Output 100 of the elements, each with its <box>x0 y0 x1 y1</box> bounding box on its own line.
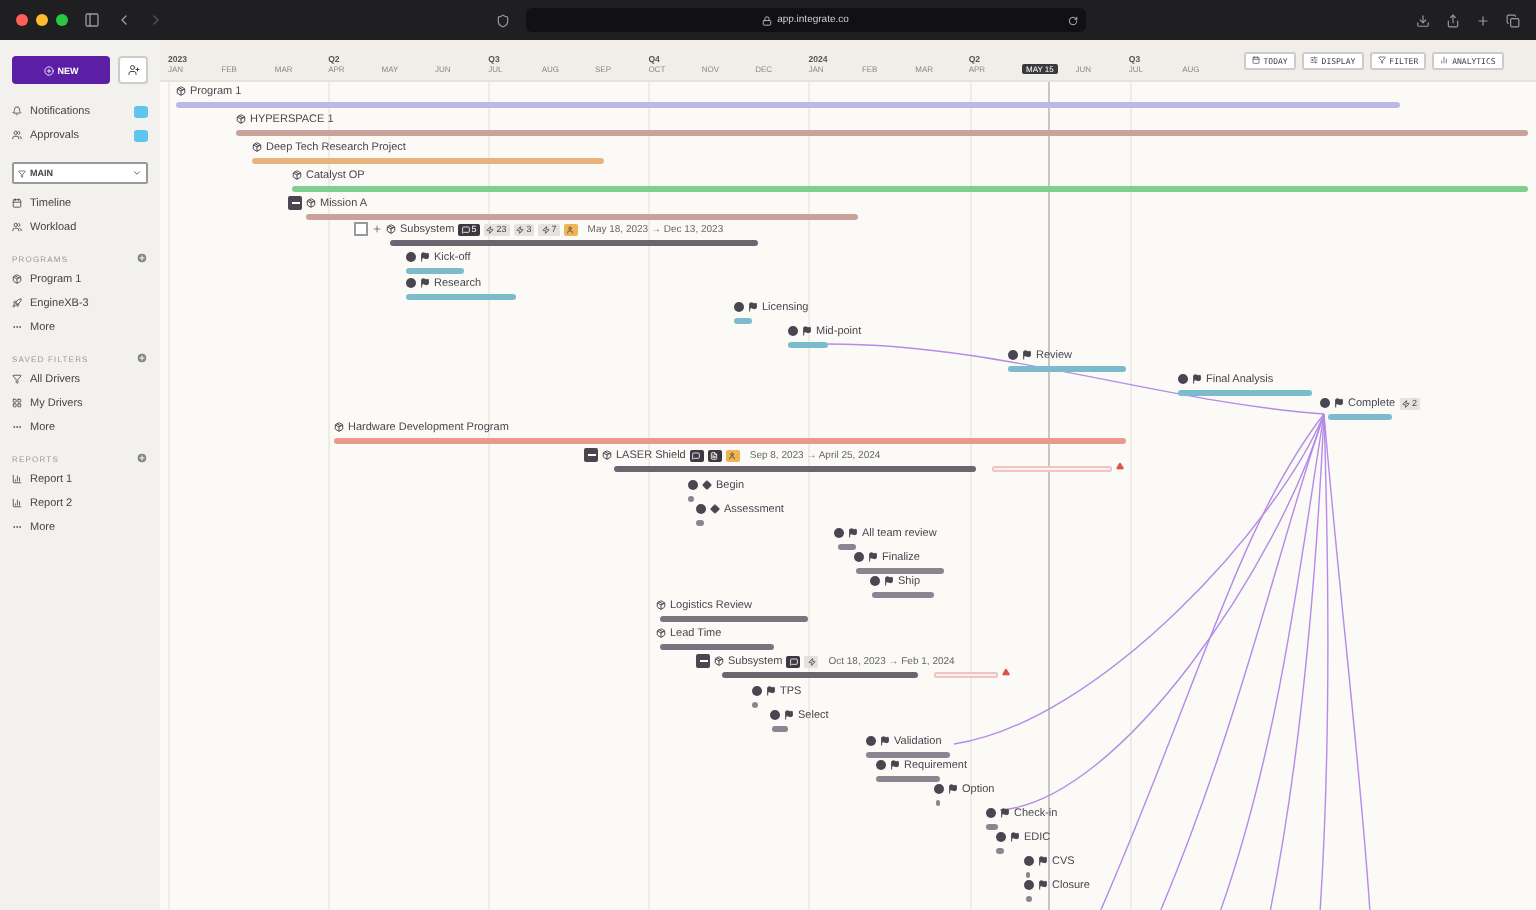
invite-button[interactable] <box>118 56 148 84</box>
package-icon <box>292 170 302 180</box>
users-icon <box>12 130 22 140</box>
flag-icon <box>802 326 812 336</box>
comment-icon <box>461 225 470 233</box>
new-tab-icon[interactable] <box>1476 13 1490 27</box>
collapse-toggle[interactable] <box>696 654 710 668</box>
chevron-down-icon <box>132 168 142 178</box>
count-chip[interactable] <box>725 449 740 461</box>
status-dot-icon <box>1178 374 1188 384</box>
task-bar[interactable] <box>986 824 998 830</box>
people-icon <box>12 222 22 232</box>
add-icon[interactable] <box>136 252 148 264</box>
package-icon <box>236 114 246 124</box>
flag-icon <box>948 784 958 794</box>
task-bar[interactable] <box>866 752 950 758</box>
task-bar[interactable] <box>734 318 752 324</box>
flag-icon <box>1192 374 1202 384</box>
add-icon[interactable] <box>136 352 148 364</box>
task-bar[interactable] <box>688 496 694 502</box>
back-icon[interactable] <box>116 12 132 28</box>
diamond-icon <box>710 504 720 514</box>
row-checkbox[interactable] <box>354 222 368 236</box>
flag-icon <box>884 576 894 586</box>
task-bar[interactable] <box>772 726 788 732</box>
flag-icon <box>420 278 430 288</box>
flag-icon <box>1334 398 1344 408</box>
count-chip[interactable] <box>689 449 704 461</box>
user-icon <box>566 225 575 233</box>
flag-icon <box>1010 832 1020 842</box>
chart-icon <box>12 474 22 484</box>
tabs-icon[interactable] <box>1506 13 1520 27</box>
bolt-icon <box>1402 399 1411 407</box>
shield-icon[interactable] <box>495 13 509 27</box>
package-icon <box>602 450 612 460</box>
status-dot-icon <box>996 832 1006 842</box>
flag-icon <box>1038 880 1048 890</box>
status-dot-icon <box>406 252 416 262</box>
task-bar[interactable] <box>752 702 758 708</box>
task-bar[interactable] <box>696 520 704 526</box>
collapse-toggle[interactable] <box>584 448 598 462</box>
calendar-icon <box>12 198 22 208</box>
task-bar[interactable] <box>838 544 856 550</box>
status-dot-icon <box>1024 880 1034 890</box>
flag-icon <box>868 552 878 562</box>
user-icon <box>728 451 737 459</box>
task-bar[interactable] <box>856 568 944 574</box>
flag-icon <box>784 710 794 720</box>
add-icon[interactable] <box>136 452 148 464</box>
status-dot-icon <box>696 504 706 514</box>
count-chip[interactable] <box>786 655 801 667</box>
minimize-button[interactable] <box>36 14 48 26</box>
flag-icon <box>880 736 890 746</box>
share-icon[interactable] <box>1446 13 1460 27</box>
flag-icon <box>848 528 858 538</box>
sidebar-toggle-icon[interactable] <box>84 12 100 28</box>
filter-icon <box>18 169 26 177</box>
rocket-icon <box>12 298 22 308</box>
status-dot-icon <box>1008 350 1018 360</box>
grid-icon <box>12 398 22 408</box>
maximize-button[interactable] <box>56 14 68 26</box>
package-icon <box>334 422 344 432</box>
status-dot-icon <box>854 552 864 562</box>
bolt-icon <box>516 225 525 233</box>
count-chip[interactable] <box>563 223 578 235</box>
calendar-icon <box>1251 56 1260 64</box>
count-chip[interactable] <box>804 655 819 667</box>
package-icon <box>386 224 396 234</box>
forward-icon[interactable] <box>148 12 164 28</box>
package-icon <box>306 198 316 208</box>
status-dot-icon <box>986 808 996 818</box>
bolt-icon <box>486 225 495 233</box>
diamond-icon <box>702 480 712 490</box>
status-dot-icon <box>752 686 762 696</box>
program-icon <box>12 274 22 284</box>
flag-icon <box>1000 808 1010 818</box>
task-bar[interactable] <box>872 592 934 598</box>
collapse-toggle[interactable] <box>288 196 302 210</box>
flag-icon <box>1038 856 1048 866</box>
sliders-icon <box>1309 56 1318 64</box>
package-icon <box>176 86 186 96</box>
flag-icon <box>1022 350 1032 360</box>
package-icon <box>714 656 724 666</box>
download-icon[interactable] <box>1416 13 1430 27</box>
flag-icon <box>766 686 776 696</box>
task-bar[interactable] <box>1026 896 1032 902</box>
task-bar[interactable] <box>996 848 1004 854</box>
status-dot-icon <box>866 736 876 746</box>
flag-icon <box>420 252 430 262</box>
count-chip[interactable] <box>707 449 722 461</box>
add-icon[interactable] <box>372 224 382 234</box>
task-bar[interactable] <box>876 776 940 782</box>
status-dot-icon <box>406 278 416 288</box>
close-button[interactable] <box>16 14 28 26</box>
package-icon <box>252 142 262 152</box>
flag-icon <box>748 302 758 312</box>
bell-icon <box>12 106 22 116</box>
status-dot-icon <box>734 302 744 312</box>
status-dot-icon <box>834 528 844 538</box>
user-plus-icon <box>127 64 139 76</box>
